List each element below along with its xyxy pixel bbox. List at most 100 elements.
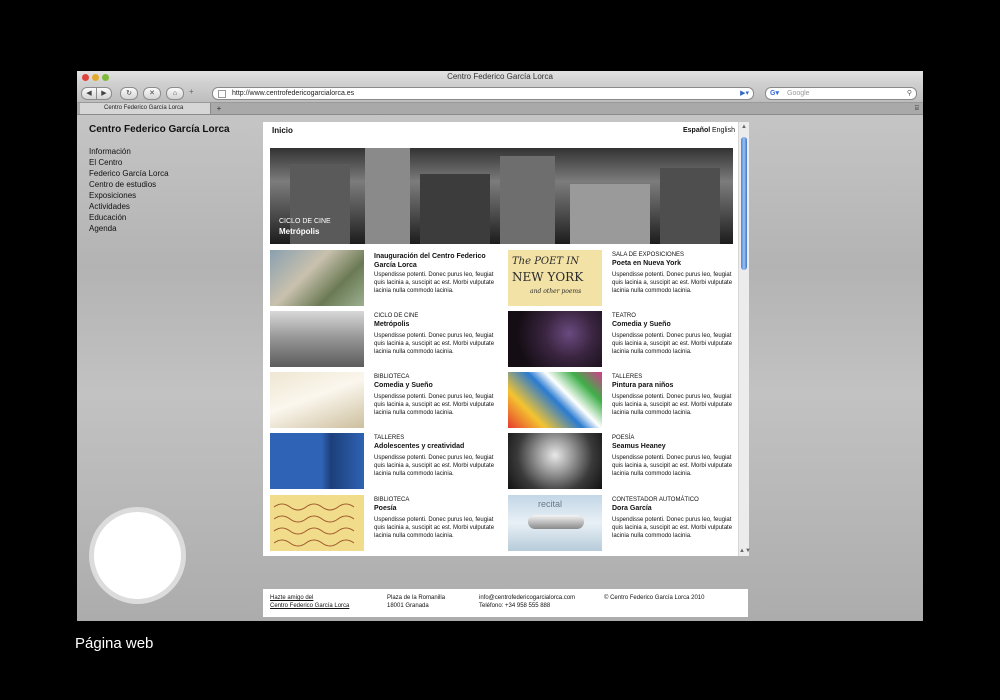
caption: Página web xyxy=(75,635,154,652)
email-link[interactable]: info@centrofedericogarcialorca.com xyxy=(479,594,575,602)
list-item[interactable]: The POET IN NEW YORK and other poems SAL… xyxy=(508,250,740,306)
friend-link-line1[interactable]: Hazte amigo del xyxy=(270,594,349,602)
nav-educacion[interactable]: Educación xyxy=(89,212,169,223)
nav-actividades[interactable]: Actividades xyxy=(89,201,169,212)
hero-building xyxy=(500,156,555,244)
home-button[interactable]: ⌂ xyxy=(166,87,184,100)
lang-english-link[interactable]: English xyxy=(712,127,735,134)
decorative-circle-inner xyxy=(94,512,181,599)
item-body: Uspendisse potenti. Donec purus leo, feu… xyxy=(612,517,733,539)
site-title[interactable]: Centro Federico García Lorca xyxy=(89,124,230,135)
list-item[interactable]: BIBLIOTECA Poesía Uspendisse potenti. Do… xyxy=(270,495,502,551)
search-input[interactable]: G▾ Google ⚲ xyxy=(765,87,917,100)
add-bookmark-icon[interactable]: + xyxy=(189,87,194,96)
tab-label: Centro Federico García Lorca xyxy=(104,105,184,111)
title-bar: Centro Federico García Lorca xyxy=(77,71,923,85)
list-item[interactable]: Inauguración del Centro Federico García … xyxy=(270,250,502,306)
address-line2: 18001 Granada xyxy=(387,603,429,609)
footer-friend[interactable]: Hazte amigo del Centro Federico García L… xyxy=(270,594,349,610)
tab-bar: Centro Federico García Lorca + ⌸ xyxy=(77,103,923,115)
item-thumbnail[interactable] xyxy=(270,311,364,367)
scroll-thumb[interactable] xyxy=(741,137,747,270)
handwriting-graphic xyxy=(273,503,355,547)
stop-icon: ✕ xyxy=(149,90,155,97)
thumb-text: recital xyxy=(538,499,563,509)
hero-building xyxy=(570,184,650,244)
list-item[interactable]: POESÍA Seamus Heaney Uspendisse potenti.… xyxy=(508,433,740,489)
hero-building xyxy=(420,174,490,244)
hero-banner[interactable]: CICLO DE CINE Metrópolis xyxy=(270,148,733,244)
item-category: SALA DE EXPOSICIONES xyxy=(612,252,685,258)
item-title[interactable]: Comedia y Sueño xyxy=(374,381,502,390)
nav-agenda[interactable]: Agenda xyxy=(89,223,169,234)
item-thumbnail[interactable] xyxy=(270,495,364,551)
item-title[interactable]: Seamus Heaney xyxy=(612,442,740,451)
friend-link-line2[interactable]: Centro Federico García Lorca xyxy=(270,602,349,610)
list-item[interactable]: recital CONTESTADOR AUTOMÁTICO Dora Garc… xyxy=(508,495,740,551)
item-body: Uspendisse potenti. Donec purus leo, feu… xyxy=(612,455,733,477)
item-title[interactable]: Adolescentes y creatividad xyxy=(374,442,502,451)
footer-contact: info@centrofedericogarcialorca.com Teléf… xyxy=(479,594,575,610)
site-footer: Hazte amigo del Centro Federico García L… xyxy=(263,589,748,617)
item-body: Uspendisse potenti. Donec purus leo, feu… xyxy=(374,333,495,355)
nav-federico-garcia-lorca[interactable]: Federico García Lorca xyxy=(89,168,169,179)
forward-button[interactable]: ▶ xyxy=(96,87,112,100)
item-thumbnail[interactable] xyxy=(508,372,602,428)
web-page: Centro Federico García Lorca Información… xyxy=(77,115,923,621)
list-item[interactable]: TALLERES Pintura para niños Uspendisse p… xyxy=(508,372,740,428)
nav-el-centro[interactable]: El Centro xyxy=(89,157,169,168)
footer-address: Plaza de la Romanilla 18001 Granada xyxy=(387,594,445,610)
new-tab-button[interactable]: + xyxy=(213,103,225,114)
scroll-up-arrow-icon[interactable]: ▲ xyxy=(739,124,749,131)
list-item[interactable]: CICLO DE CINE Metrópolis Uspendisse pote… xyxy=(270,311,502,367)
lang-espanol-link[interactable]: Español xyxy=(683,127,710,134)
item-thumbnail[interactable]: recital xyxy=(508,495,602,551)
item-body: Uspendisse potenti. Donec purus leo, feu… xyxy=(612,333,733,355)
section-title: Inicio xyxy=(272,126,293,135)
page-icon xyxy=(218,90,226,98)
scroll-down-arrow-icon[interactable]: ▲▼ xyxy=(739,547,751,556)
item-thumbnail[interactable] xyxy=(270,433,364,489)
item-thumbnail[interactable] xyxy=(508,433,602,489)
item-category: BIBLIOTECA xyxy=(374,374,410,380)
hero-title[interactable]: Metrópolis xyxy=(279,227,319,236)
item-title[interactable]: Metrópolis xyxy=(374,320,502,329)
stop-button[interactable]: ✕ xyxy=(143,87,161,100)
nav-exposiciones[interactable]: Exposiciones xyxy=(89,190,169,201)
site-nav: Información El Centro Federico García Lo… xyxy=(89,146,169,234)
rss-icon[interactable]: ▶▾ xyxy=(740,89,749,97)
nav-informacion[interactable]: Información xyxy=(89,146,169,157)
item-body: Uspendisse potenti. Donec purus leo, feu… xyxy=(612,272,733,294)
item-thumbnail[interactable]: The POET IN NEW YORK and other poems xyxy=(508,250,602,306)
back-button[interactable]: ◀ xyxy=(81,87,97,100)
nav-centro-de-estudios[interactable]: Centro de estudios xyxy=(89,179,169,190)
speaker-graphic xyxy=(528,515,584,529)
main-content: Inicio Español English CICLO DE CINE Met… xyxy=(263,122,751,556)
content-scrollbar[interactable]: ▲ ▲▼ xyxy=(738,122,751,556)
item-thumbnail[interactable] xyxy=(508,311,602,367)
list-item[interactable]: TALLERES Adolescentes y creatividad Uspe… xyxy=(270,433,502,489)
item-thumbnail[interactable] xyxy=(270,250,364,306)
search-placeholder: Google xyxy=(787,90,810,97)
item-body: Uspendisse potenti. Donec purus leo, feu… xyxy=(374,394,495,416)
address-bar[interactable]: http://www.centrofedericogarcialorca.es … xyxy=(212,87,754,100)
item-title[interactable]: Comedia y Sueño xyxy=(612,320,740,329)
search-icon[interactable]: ⚲ xyxy=(907,88,912,99)
item-thumbnail[interactable] xyxy=(270,372,364,428)
item-title[interactable]: Poesía xyxy=(374,504,502,513)
item-title[interactable]: Inauguración del Centro Federico García … xyxy=(374,252,502,270)
item-body: Uspendisse potenti. Donec purus leo, feu… xyxy=(374,455,495,477)
list-item[interactable]: TEATRO Comedia y Sueño Uspendisse potent… xyxy=(508,311,740,367)
list-item[interactable]: BIBLIOTECA Comedia y Sueño Uspendisse po… xyxy=(270,372,502,428)
window-title: Centro Federico García Lorca xyxy=(447,72,553,81)
back-arrow-icon: ◀ xyxy=(86,90,92,97)
tab-overflow-icon[interactable]: ⌸ xyxy=(915,103,919,114)
reload-button[interactable]: ↻ xyxy=(120,87,138,100)
browser-tab[interactable]: Centro Federico García Lorca xyxy=(80,103,211,114)
item-title[interactable]: Poeta en Nueva York xyxy=(612,259,740,268)
item-category: TALLERES xyxy=(612,374,643,380)
home-icon: ⌂ xyxy=(172,90,178,97)
item-title[interactable]: Pintura para niños xyxy=(612,381,740,390)
item-category: BIBLIOTECA xyxy=(374,497,410,503)
item-title[interactable]: Dora García xyxy=(612,504,740,513)
